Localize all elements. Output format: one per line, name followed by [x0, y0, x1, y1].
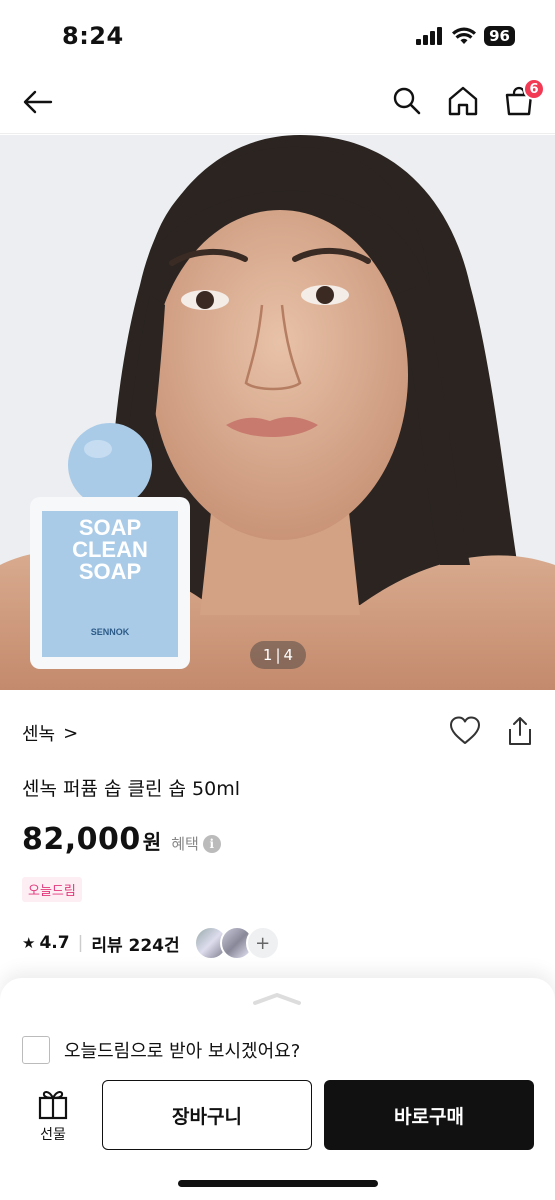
- home-icon: [448, 86, 478, 116]
- nav-actions: 6: [389, 78, 545, 120]
- add-to-cart-button[interactable]: 장바구니: [102, 1080, 312, 1150]
- star-icon: ★: [22, 934, 36, 952]
- benefit-label: 혜택: [171, 835, 199, 853]
- review-count: 리뷰 224건: [91, 935, 180, 956]
- price-unit: 원: [142, 830, 162, 854]
- review-separator: |: [77, 933, 84, 953]
- status-icons: 96: [416, 26, 515, 46]
- review-summary[interactable]: ★ 4.7 | 리뷰 224건 +: [22, 926, 280, 960]
- purchase-bottom-sheet: 오늘드림으로 받아 보시겠어요? 선물 장바구니 바로구매: [0, 978, 555, 1200]
- today-delivery-tag: 오늘드림: [22, 877, 82, 902]
- search-button[interactable]: [389, 82, 425, 120]
- image-page-indicator: 1 | 4: [250, 641, 306, 669]
- product-photo: SOAP CLEAN SOAP SENNOK: [0, 135, 555, 690]
- buy-now-button[interactable]: 바로구매: [324, 1080, 534, 1150]
- signal-icon: [416, 27, 443, 45]
- more-photos-button[interactable]: +: [245, 926, 280, 960]
- benefit-button[interactable]: 혜택 i: [171, 833, 221, 854]
- cart-count-badge: 6: [523, 78, 545, 100]
- price-row: 82,000 원 혜택 i: [22, 822, 221, 857]
- gift-label: 선물: [40, 1127, 66, 1143]
- review-photo-thumbnails[interactable]: +: [193, 926, 280, 960]
- wifi-icon: [452, 27, 477, 44]
- product-title: 센녹 퍼퓸 솝 클린 솝 50ml: [22, 778, 241, 800]
- page-separator: |: [275, 646, 281, 664]
- product-price: 82,000: [22, 822, 141, 857]
- cart-button[interactable]: 6: [501, 78, 545, 120]
- sheet-handle-chevron-icon[interactable]: [253, 992, 301, 1006]
- gift-button[interactable]: 선물: [24, 1088, 82, 1144]
- brand-link[interactable]: 센녹: [22, 720, 55, 746]
- info-icon: i: [202, 834, 221, 853]
- today-delivery-option[interactable]: 오늘드림으로 받아 보시겠어요?: [22, 1036, 300, 1064]
- search-icon: [393, 87, 421, 115]
- product-actions: [449, 716, 533, 746]
- gift-icon: [38, 1091, 68, 1120]
- today-delivery-label: 오늘드림으로 받아 보시겠어요?: [64, 1041, 301, 1062]
- battery-indicator: 96: [484, 26, 515, 46]
- brand-row: 센녹 >: [22, 716, 533, 750]
- rating-value: 4.7: [39, 933, 70, 953]
- page-current: 1: [262, 646, 273, 664]
- status-time: 8:24: [62, 22, 124, 50]
- heart-icon[interactable]: [449, 716, 481, 746]
- status-bar: 8:24 96: [0, 0, 555, 72]
- bottle-label-line3: SOAP: [79, 559, 141, 584]
- share-icon[interactable]: [507, 716, 533, 746]
- bottle-brand: SENNOK: [91, 627, 130, 637]
- product-image-carousel[interactable]: SOAP CLEAN SOAP SENNOK 1 | 4: [0, 135, 555, 690]
- arrow-left-icon: [23, 90, 53, 114]
- today-delivery-checkbox[interactable]: [22, 1036, 50, 1064]
- page-total: 4: [283, 646, 294, 664]
- chevron-right-icon: >: [63, 722, 79, 744]
- home-button[interactable]: [445, 82, 481, 120]
- back-button[interactable]: [20, 84, 56, 120]
- nav-bar: 6: [0, 72, 555, 134]
- home-indicator: [178, 1180, 378, 1187]
